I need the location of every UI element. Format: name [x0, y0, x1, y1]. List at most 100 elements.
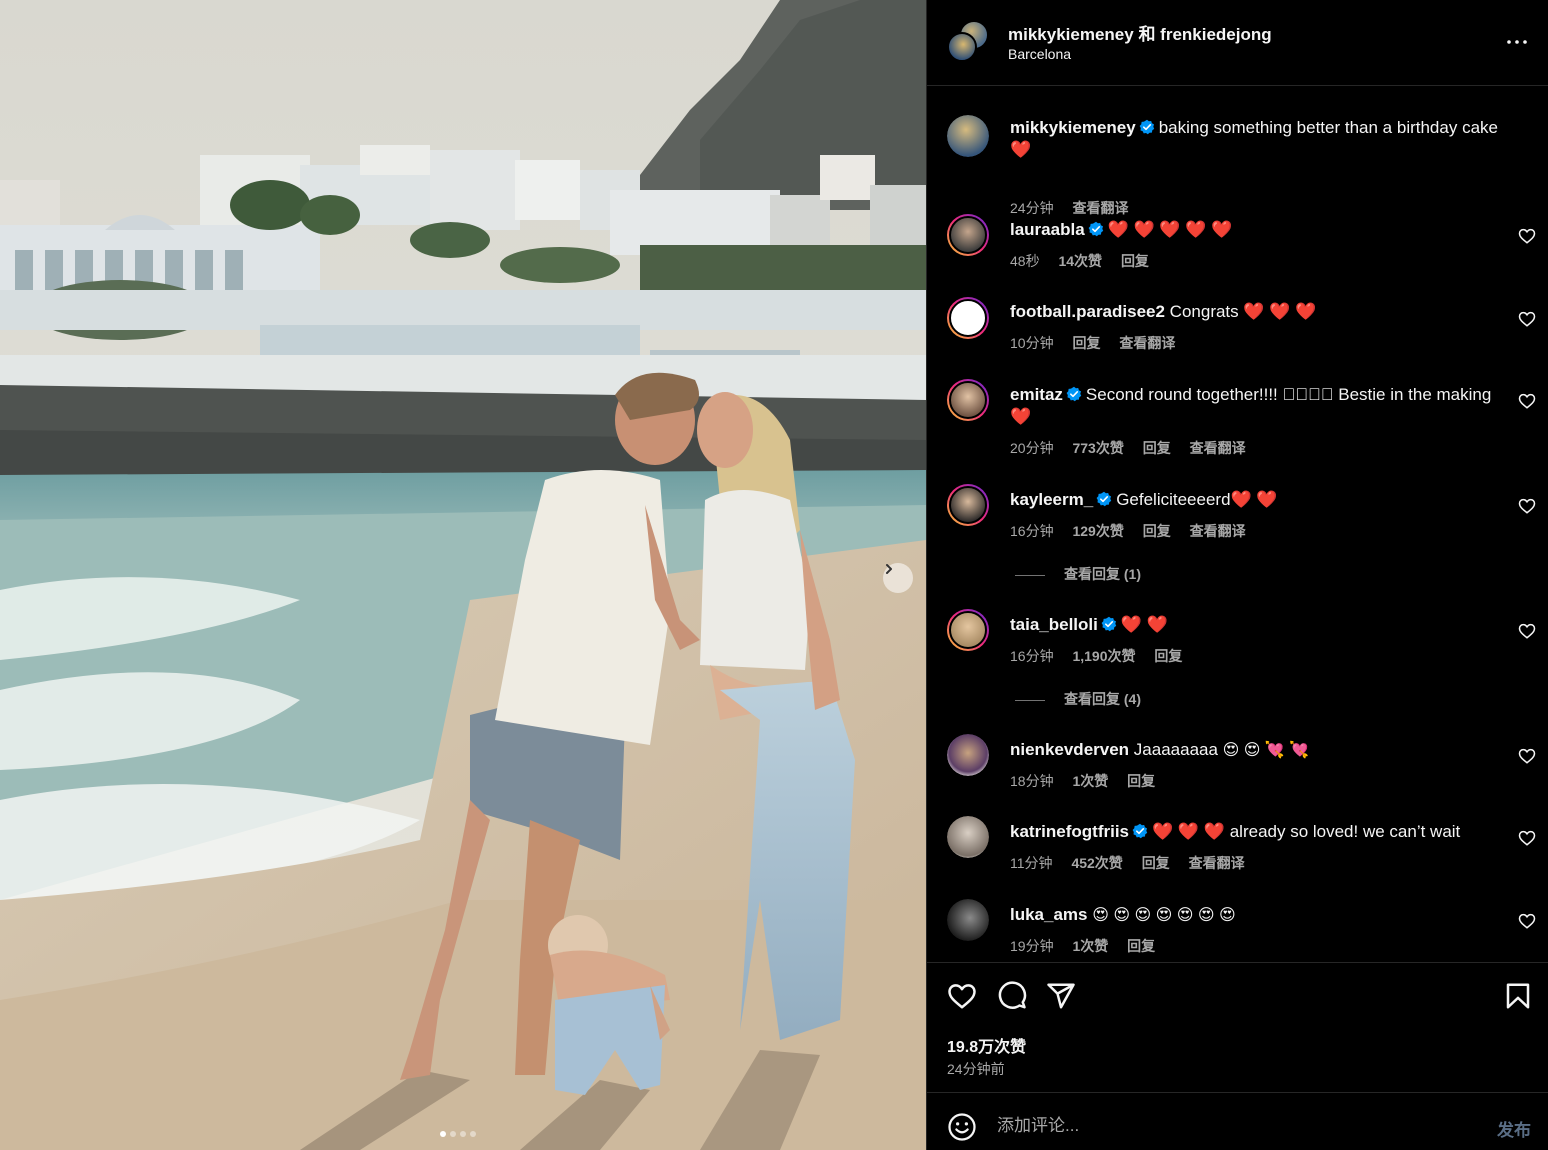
- carousel-dot: [460, 1131, 466, 1137]
- comment-input[interactable]: [997, 1111, 1477, 1141]
- comment-meta: 16分钟 1,190次赞 回复: [1010, 646, 1197, 666]
- comment-likes[interactable]: 129次赞: [1072, 523, 1123, 539]
- post-authors: mikkykiemeney 和 frenkiedejong: [1008, 20, 1272, 45]
- comment-likes[interactable]: 452次赞: [1071, 855, 1122, 871]
- see-translation-button[interactable]: 查看翻译: [1119, 335, 1175, 351]
- see-translation-button[interactable]: 查看翻译: [1190, 523, 1246, 539]
- comment-username[interactable]: mikkykiemeney: [1010, 118, 1136, 137]
- heart-icon[interactable]: [1518, 497, 1536, 515]
- view-replies-label: 查看回复 (4): [1064, 691, 1141, 707]
- reply-button[interactable]: 回复: [1072, 335, 1100, 351]
- avatar[interactable]: [947, 609, 989, 651]
- reply-button[interactable]: 回复: [1121, 253, 1149, 269]
- see-translation-button[interactable]: 查看翻译: [1072, 200, 1128, 216]
- comment-text: nienkevderven Jaaaaaaaa 😍 😍 💘 💘: [1010, 739, 1510, 762]
- heart-emoji: ❤️: [1010, 140, 1032, 159]
- replies-divider: [1015, 574, 1045, 576]
- comment-time: 19分钟: [1010, 938, 1054, 954]
- heart-emoji: ❤️: [1010, 407, 1032, 426]
- avatar[interactable]: [947, 734, 989, 776]
- post-comment-button[interactable]: 发布: [1497, 1116, 1531, 1141]
- comment-username[interactable]: emitaz: [1010, 385, 1063, 404]
- next-slide-button[interactable]: [883, 563, 913, 593]
- avatar[interactable]: [947, 816, 989, 858]
- view-replies-button[interactable]: 查看回复 (4): [1015, 689, 1141, 709]
- see-translation-button[interactable]: 查看翻译: [1190, 440, 1246, 456]
- comments-list[interactable]: mikkykiemeney baking something better tha…: [927, 87, 1548, 962]
- emoji-picker-icon[interactable]: [947, 1112, 977, 1142]
- comment-meta: 20分钟 773次赞 回复 查看翻译: [1010, 438, 1261, 458]
- comment-username[interactable]: nienkevderven: [1010, 740, 1129, 759]
- comment-meta: 16分钟 129次赞 回复 查看翻译: [1010, 521, 1261, 541]
- emoji-reaction: 😍 😍 💘 💘: [1222, 742, 1310, 759]
- comment-meta: 11分钟 452次赞 回复 查看翻译: [1010, 853, 1260, 873]
- carousel-dot-active: [440, 1131, 446, 1137]
- avatar[interactable]: [947, 115, 989, 157]
- comment-username[interactable]: katrinefogtfriis: [1010, 822, 1129, 841]
- post-sidebar: mikkykiemeney 和 frenkiedejong Barcelona …: [926, 0, 1548, 1150]
- carousel-indicator: [440, 1131, 476, 1137]
- comment-body: Second round together!!!! 􀀀􀀀􀀀􀀀 Bestie in…: [1085, 385, 1492, 404]
- share-icon[interactable]: [1046, 981, 1076, 1011]
- author-link[interactable]: mikkykiemeney: [1008, 25, 1134, 44]
- avatar[interactable]: [947, 484, 989, 526]
- comment-body: Jaaaaaaaa: [1133, 740, 1218, 759]
- heart-emoji: ❤️ ❤️ ❤️: [1152, 822, 1225, 841]
- post-photo[interactable]: [0, 0, 926, 1150]
- heart-icon[interactable]: [1518, 829, 1536, 847]
- avatar[interactable]: [947, 899, 989, 941]
- comment-body: Gefeliciteeeerd: [1116, 490, 1231, 509]
- post-actions: 19.8万次赞 24分钟前: [927, 962, 1548, 1092]
- comment-text: lauraabla ❤️ ❤️ ❤️ ❤️ ❤️: [1010, 219, 1510, 241]
- heart-emoji: ❤️ ❤️: [1120, 615, 1168, 634]
- comment-meta: 24分钟 查看翻译: [1010, 198, 1143, 218]
- heart-icon[interactable]: [1518, 227, 1536, 245]
- location-link[interactable]: Barcelona: [1008, 46, 1071, 62]
- reply-button[interactable]: 回复: [1127, 773, 1155, 789]
- heart-icon[interactable]: [1518, 310, 1536, 328]
- heart-icon[interactable]: [1518, 912, 1536, 930]
- chevron-right-icon: [886, 564, 892, 574]
- comment-text: katrinefogtfriis ❤️ ❤️ ❤️ already so love…: [1010, 821, 1510, 843]
- comment-likes[interactable]: 1,190次赞: [1072, 648, 1135, 664]
- comment-username[interactable]: kayleerm_: [1010, 490, 1093, 509]
- author-link[interactable]: frenkiedejong: [1160, 25, 1271, 44]
- comment-likes[interactable]: 14次赞: [1058, 253, 1102, 269]
- comment-icon[interactable]: [997, 981, 1027, 1011]
- verified-badge-icon: [1088, 221, 1103, 237]
- like-heart-icon[interactable]: [947, 981, 977, 1011]
- more-options-icon[interactable]: [1505, 30, 1529, 54]
- reply-button[interactable]: 回复: [1127, 938, 1155, 954]
- view-replies-button[interactable]: 查看回复 (1): [1015, 564, 1141, 584]
- comment-body: already so loved! we can’t wait: [1229, 822, 1461, 841]
- avatar[interactable]: [947, 379, 989, 421]
- comment-time: 16分钟: [1010, 648, 1054, 664]
- reply-button[interactable]: 回复: [1143, 440, 1171, 456]
- comment-username[interactable]: lauraabla: [1010, 220, 1085, 239]
- comment-composer: 发布: [927, 1092, 1548, 1150]
- heart-icon[interactable]: [1518, 392, 1536, 410]
- comment-text: taia_belloli ❤️ ❤️: [1010, 614, 1510, 636]
- reply-button[interactable]: 回复: [1143, 523, 1171, 539]
- reply-button[interactable]: 回复: [1142, 855, 1170, 871]
- comment-body: baking something better than a birthday …: [1158, 118, 1498, 137]
- verified-badge-icon: [1132, 823, 1148, 839]
- comment-likes[interactable]: 1次赞: [1072, 938, 1108, 954]
- collab-avatars[interactable]: [947, 20, 989, 62]
- comment-username[interactable]: luka_ams: [1010, 905, 1088, 924]
- comment-username[interactable]: taia_belloli: [1010, 615, 1098, 634]
- reply-button[interactable]: 回复: [1154, 648, 1182, 664]
- comment-text: emitaz Second round together!!!! 􀀀􀀀􀀀􀀀 Bes…: [1010, 384, 1510, 428]
- heart-icon[interactable]: [1518, 622, 1536, 640]
- comment-username[interactable]: football.paradisee2: [1010, 302, 1165, 321]
- avatar[interactable]: [947, 297, 989, 339]
- like-count[interactable]: 19.8万次赞: [947, 1033, 1026, 1057]
- comment-likes[interactable]: 773次赞: [1072, 440, 1123, 456]
- replies-divider: [1015, 699, 1045, 701]
- post-timestamp: 24分钟前: [947, 1061, 1005, 1077]
- avatar[interactable]: [947, 214, 989, 256]
- comment-likes[interactable]: 1次赞: [1072, 773, 1108, 789]
- heart-icon[interactable]: [1518, 747, 1536, 765]
- bookmark-icon[interactable]: [1503, 981, 1533, 1011]
- see-translation-button[interactable]: 查看翻译: [1189, 855, 1245, 871]
